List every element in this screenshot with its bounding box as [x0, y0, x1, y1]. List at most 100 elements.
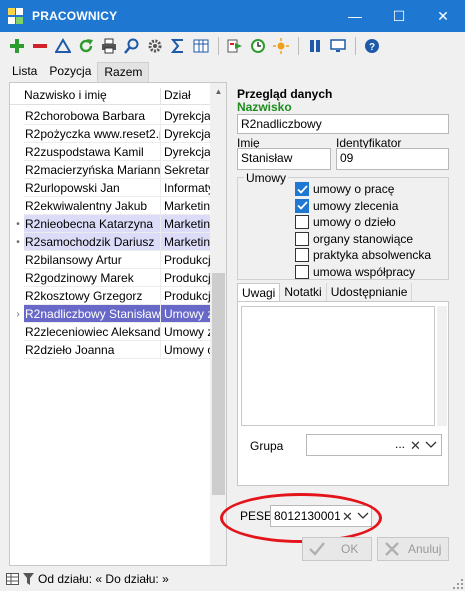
filter-funnel-icon[interactable]: [23, 572, 34, 585]
cell-name[interactable]: R2zleceniowiec Aleksander: [24, 323, 160, 341]
tab-razem[interactable]: Razem: [97, 62, 150, 82]
cell-department[interactable]: Informaty: [160, 179, 210, 197]
add-icon[interactable]: [6, 35, 28, 57]
column-header-name[interactable]: Nazwisko i imię: [24, 88, 107, 102]
maximize-button[interactable]: ☐: [377, 0, 421, 32]
cell-name[interactable]: R2chorobowa Barbara: [24, 107, 160, 125]
refresh-icon[interactable]: [75, 35, 97, 57]
scrollbar-thumb[interactable]: [212, 273, 225, 495]
cell-name[interactable]: R2samochodzik Dariusz: [24, 233, 160, 251]
tab-udostepnianie[interactable]: Udostępnianie: [327, 283, 413, 302]
group-select[interactable]: ... ✕: [306, 434, 442, 456]
cell-name[interactable]: R2macierzyńska Marianna: [24, 161, 160, 179]
cell-name[interactable]: R2bilansowy Artur: [24, 251, 160, 269]
cancel-button[interactable]: Anuluj: [377, 537, 449, 561]
close-button[interactable]: ✕: [421, 0, 465, 32]
cell-department[interactable]: Dyrekcja: [160, 107, 210, 125]
cell-department[interactable]: Dyrekcja: [160, 125, 210, 143]
group-ellipsis-button[interactable]: ...: [395, 437, 405, 451]
cell-department[interactable]: Marketing: [160, 215, 210, 233]
table-row[interactable]: R2ekwiwalentny JakubMarketing: [10, 197, 210, 215]
notes-textarea[interactable]: [241, 306, 435, 426]
cell-department[interactable]: Dyrekcja: [160, 143, 210, 161]
cell-name[interactable]: R2kosztowy Grzegorz: [24, 287, 160, 305]
resize-grip-icon[interactable]: [453, 579, 463, 589]
sun-icon[interactable]: [270, 35, 292, 57]
cell-department[interactable]: Umowy zle: [160, 305, 210, 323]
cell-name[interactable]: R2nieobecna Katarzyna: [24, 215, 160, 233]
clock-icon[interactable]: [247, 35, 269, 57]
tab-notatki[interactable]: Notatki: [280, 283, 327, 302]
tab-pozycja[interactable]: Pozycja: [43, 62, 97, 82]
monitor-icon[interactable]: [327, 35, 349, 57]
checkmark-icon: [309, 541, 325, 557]
contract-checkbox-row[interactable]: umowa współpracy: [295, 264, 415, 280]
cell-department[interactable]: Produkcja: [160, 251, 210, 269]
cell-department[interactable]: Produkcja: [160, 287, 210, 305]
contract-checkbox-row[interactable]: umowy o pracę: [295, 181, 394, 197]
table-row[interactable]: R2dzieło JoannaUmowy o d: [10, 341, 210, 359]
cell-department[interactable]: Umowy o d: [160, 341, 210, 359]
table-row[interactable]: R2kosztowy GrzegorzProdukcja: [10, 287, 210, 305]
cell-department[interactable]: Marketing: [160, 197, 210, 215]
table-row[interactable]: › R2nadliczbowy StanisławUmowy zle: [10, 305, 210, 323]
delete-icon[interactable]: [29, 35, 51, 57]
columns-icon[interactable]: [190, 35, 212, 57]
table-row[interactable]: • R2nieobecna KatarzynaMarketing: [10, 215, 210, 233]
row-indicator: [12, 107, 24, 125]
cell-name[interactable]: R2ekwiwalentny Jakub: [24, 197, 160, 215]
sum-icon[interactable]: [167, 35, 189, 57]
cell-name[interactable]: R2urlopowski Jan: [24, 179, 160, 197]
checkbox[interactable]: [295, 264, 309, 279]
contract-checkbox-row[interactable]: praktyka absolwencka: [295, 247, 431, 263]
tab-lista[interactable]: Lista: [6, 62, 43, 82]
split-icon[interactable]: [304, 35, 326, 57]
notes-scrollbar[interactable]: [437, 306, 447, 426]
minimize-button[interactable]: —: [333, 0, 377, 32]
cell-name[interactable]: R2pożyczka www.reset2.pl: [24, 125, 160, 143]
print-icon[interactable]: [98, 35, 120, 57]
contract-checkbox-row[interactable]: organy stanowiące: [295, 231, 413, 247]
contract-checkbox-row[interactable]: umowy o dzieło: [295, 214, 396, 230]
cell-name[interactable]: R2godzinowy Marek: [24, 269, 160, 287]
first-name-field[interactable]: Stanisław: [237, 148, 331, 170]
table-row[interactable]: R2godzinowy MarekProdukcja: [10, 269, 210, 287]
scroll-up-icon[interactable]: ▲: [210, 83, 226, 100]
cell-department[interactable]: Umowy zle: [160, 323, 210, 341]
checkbox[interactable]: [295, 248, 309, 262]
cell-department[interactable]: Sekretaria: [160, 161, 210, 179]
ok-button[interactable]: OK: [302, 537, 372, 561]
surname-field[interactable]: R2nadliczbowy: [237, 114, 449, 134]
cell-department[interactable]: Produkcja: [160, 269, 210, 287]
checkbox[interactable]: [295, 231, 309, 246]
table-row[interactable]: R2bilansowy ArturProdukcja: [10, 251, 210, 269]
checkbox[interactable]: [295, 182, 309, 196]
list-scrollbar[interactable]: ▲: [210, 83, 226, 565]
checkbox[interactable]: [295, 198, 309, 213]
table-row[interactable]: R2zuspodstawa Kamil Dyrekcja: [10, 143, 210, 161]
checkbox[interactable]: [295, 215, 309, 229]
help-icon[interactable]: ?: [361, 35, 383, 57]
table-row[interactable]: R2pożyczka www.reset2.pl Dyrekcja: [10, 125, 210, 143]
cell-name[interactable]: R2nadliczbowy Stanisław: [24, 305, 160, 323]
contract-checkbox-row[interactable]: umowy zlecenia: [295, 198, 398, 214]
chevron-down-icon[interactable]: [425, 441, 437, 449]
filter-icon[interactable]: [52, 35, 74, 57]
column-header-department[interactable]: Dział: [160, 88, 191, 105]
table-row[interactable]: R2chorobowa Barbara Dyrekcja: [10, 107, 210, 125]
table-row[interactable]: • R2samochodzik DariuszMarketing: [10, 233, 210, 251]
cell-name[interactable]: R2dzieło Joanna: [24, 341, 160, 359]
table-row[interactable]: R2zleceniowiec AleksanderUmowy zle: [10, 323, 210, 341]
id-field[interactable]: 09: [336, 148, 449, 170]
employee-list[interactable]: Nazwisko i imię Dział R2chorobowa Barbar…: [9, 82, 227, 566]
tab-uwagi[interactable]: Uwagi: [237, 283, 281, 302]
search-icon[interactable]: [121, 35, 143, 57]
cell-name[interactable]: R2zuspodstawa Kamil: [24, 143, 160, 161]
export-icon[interactable]: [224, 35, 246, 57]
table-row[interactable]: R2urlopowski Jan Informaty: [10, 179, 210, 197]
cell-department[interactable]: Marketing: [160, 233, 210, 251]
settings-icon[interactable]: [144, 35, 166, 57]
table-row[interactable]: R2macierzyńska MariannaSekretaria: [10, 161, 210, 179]
group-clear-icon[interactable]: ✕: [410, 438, 421, 454]
grid-icon[interactable]: [6, 572, 19, 585]
